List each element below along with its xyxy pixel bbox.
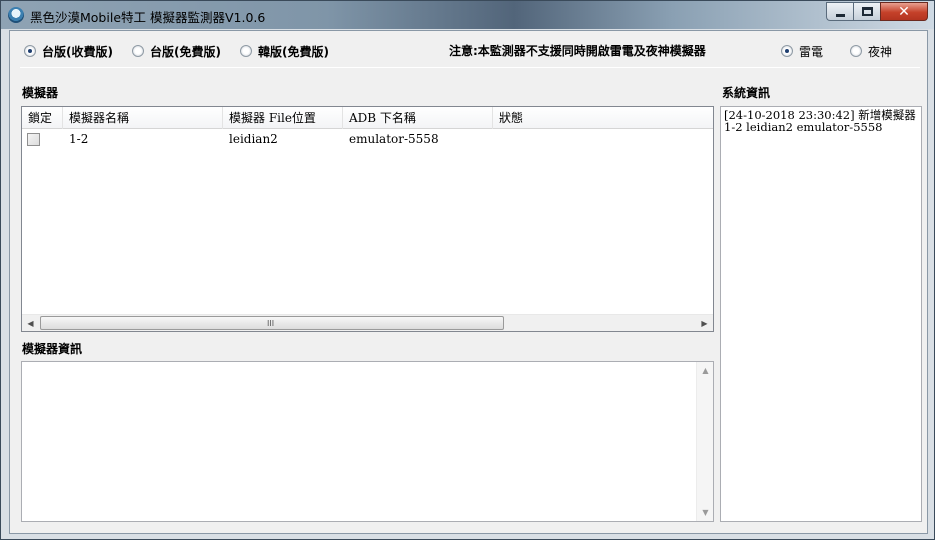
radio-version-tw-paid[interactable]: 台版(收費版) — [24, 42, 113, 60]
minimize-button[interactable] — [826, 2, 853, 21]
radio-label: 雷電 — [799, 44, 824, 59]
scroll-thumb[interactable]: III — [40, 316, 504, 330]
maximize-button[interactable] — [853, 2, 880, 21]
scroll-down-icon[interactable]: ▼ — [697, 504, 714, 521]
caption-buttons: ✕ — [826, 2, 928, 22]
radio-emulator-nox[interactable]: 夜神 — [850, 42, 892, 60]
cell-name: 1-2 — [69, 132, 89, 146]
radio-label: 台版(免費版) — [150, 44, 221, 59]
close-icon: ✕ — [898, 4, 910, 20]
notice-text: 注意:本監測器不支援同時開啟雷電及夜神模擬器 — [449, 44, 706, 58]
radio-emulator-leidian[interactable]: 雷電 — [781, 42, 823, 60]
title-bar[interactable]: 黑色沙漠Mobile特工 模擬器監測器V1.0.6 ✕ — [1, 1, 934, 29]
radio-label: 台版(收費版) — [42, 44, 113, 59]
column-header-status[interactable]: 狀態 — [493, 107, 713, 129]
radio-label: 韓版(免費版) — [258, 44, 329, 59]
radio-indicator — [781, 45, 793, 57]
table-row[interactable]: 1-2 leidian2 emulator-5558 — [22, 130, 713, 149]
emulator-section-label: 模擬器 — [22, 86, 59, 100]
column-header-lock[interactable]: 鎖定 — [22, 107, 63, 129]
main-window: 黑色沙漠Mobile特工 模擬器監測器V1.0.6 ✕ 台版(收費版) 台版(免… — [0, 0, 935, 540]
cell-file-location: leidian2 — [229, 132, 278, 146]
column-header-name[interactable]: 模擬器名稱 — [63, 107, 223, 129]
radio-indicator — [240, 45, 252, 57]
emulator-info-label: 模擬器資訊 — [22, 342, 83, 356]
radio-version-tw-free[interactable]: 台版(免費版) — [132, 42, 221, 60]
lock-checkbox[interactable] — [27, 133, 40, 146]
scroll-left-icon[interactable]: ◀ — [22, 315, 39, 332]
separator — [20, 67, 920, 68]
maximize-icon — [862, 7, 873, 16]
app-icon — [8, 7, 24, 23]
scroll-up-icon[interactable]: ▲ — [697, 362, 714, 379]
scroll-right-icon[interactable]: ▶ — [696, 315, 713, 332]
horizontal-scrollbar[interactable]: ◀ III ▶ — [22, 314, 713, 331]
system-info-textbox[interactable]: [24-10-2018 23:30:42] 新增模擬器1-2 leidian2 … — [720, 106, 922, 522]
grip-icon: III — [267, 319, 275, 328]
radio-version-kr-free[interactable]: 韓版(免費版) — [240, 42, 329, 60]
emulator-info-textbox[interactable]: ▲ ▼ — [21, 361, 714, 522]
vertical-scrollbar[interactable]: ▲ ▼ — [696, 362, 713, 521]
close-button[interactable]: ✕ — [880, 2, 928, 21]
column-header-file-location[interactable]: 模擬器 File位置 — [223, 107, 343, 129]
system-log-text: [24-10-2018 23:30:42] 新增模擬器1-2 leidian2 … — [724, 108, 916, 134]
column-header-adb-name[interactable]: ADB 下名稱 — [343, 107, 493, 129]
system-info-label: 系統資訊 — [722, 86, 771, 100]
radio-indicator — [132, 45, 144, 57]
client-area: 台版(收費版) 台版(免費版) 韓版(免費版) 注意:本監測器不支援同時開啟雷電… — [9, 30, 928, 534]
radio-indicator — [24, 45, 36, 57]
minimize-icon — [836, 14, 845, 17]
emulator-list[interactable]: 鎖定 模擬器名稱 模擬器 File位置 ADB 下名稱 狀態 1-2 leidi… — [21, 106, 714, 332]
cell-status — [493, 130, 499, 149]
window-title: 黑色沙漠Mobile特工 模擬器監測器V1.0.6 — [30, 10, 266, 25]
radio-label: 夜神 — [868, 44, 893, 59]
cell-adb-name: emulator-5558 — [349, 132, 439, 146]
list-header: 鎖定 模擬器名稱 模擬器 File位置 ADB 下名稱 狀態 — [22, 107, 713, 129]
radio-indicator — [850, 45, 862, 57]
